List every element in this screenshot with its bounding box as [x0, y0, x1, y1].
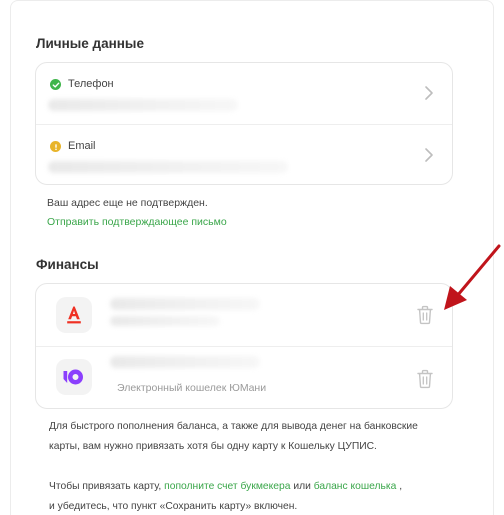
finance-title: Финансы [36, 257, 99, 272]
instructions-mid: или [290, 481, 314, 492]
email-unconfirmed-note: Ваш адрес еще не подтвержден. [47, 197, 208, 209]
yoomoney-logo [56, 359, 92, 395]
email-value-redacted [48, 161, 288, 173]
wallet-number-redacted [110, 356, 260, 368]
personal-data-card: Телефон Email [35, 62, 453, 185]
email-label: Email [68, 140, 96, 152]
send-confirmation-link[interactable]: Отправить подтверждающее письмо [47, 216, 227, 228]
phone-label: Телефон [68, 78, 114, 90]
instructions-line-3: и убедитесь, что пункт «Сохранить карту»… [49, 501, 298, 512]
instructions-suffix: , [396, 481, 403, 492]
card-name-redacted [110, 298, 260, 310]
finance-card: Электронный кошелек ЮMани [35, 283, 453, 409]
bank-card-row[interactable] [36, 284, 452, 346]
trash-icon[interactable] [416, 369, 434, 389]
phone-row[interactable]: Телефон [36, 63, 452, 124]
top-up-bookmaker-link[interactable]: пополните счет букмекера [164, 481, 290, 492]
wallet-caption: Электронный кошелек ЮMани [117, 382, 267, 394]
chevron-right-icon [425, 86, 433, 100]
phone-value-redacted [48, 99, 238, 111]
trash-icon[interactable] [416, 305, 434, 325]
card-binding-info: Для быстрого пополнения баланса, а также… [49, 421, 418, 452]
personal-data-title: Личные данные [36, 36, 144, 51]
card-number-redacted [110, 316, 220, 326]
warning-circle-icon [50, 141, 61, 152]
card-binding-instructions: Чтобы привязать карту, пополните счет бу… [49, 477, 449, 515]
check-circle-icon [50, 79, 61, 90]
wallet-balance-link[interactable]: баланс кошелька [314, 481, 397, 492]
instructions-prefix: Чтобы привязать карту, [49, 481, 165, 492]
email-row[interactable]: Email [36, 124, 452, 185]
alfa-bank-logo [56, 297, 92, 333]
wallet-row[interactable]: Электронный кошелек ЮMани [36, 346, 452, 408]
chevron-right-icon [425, 148, 433, 162]
